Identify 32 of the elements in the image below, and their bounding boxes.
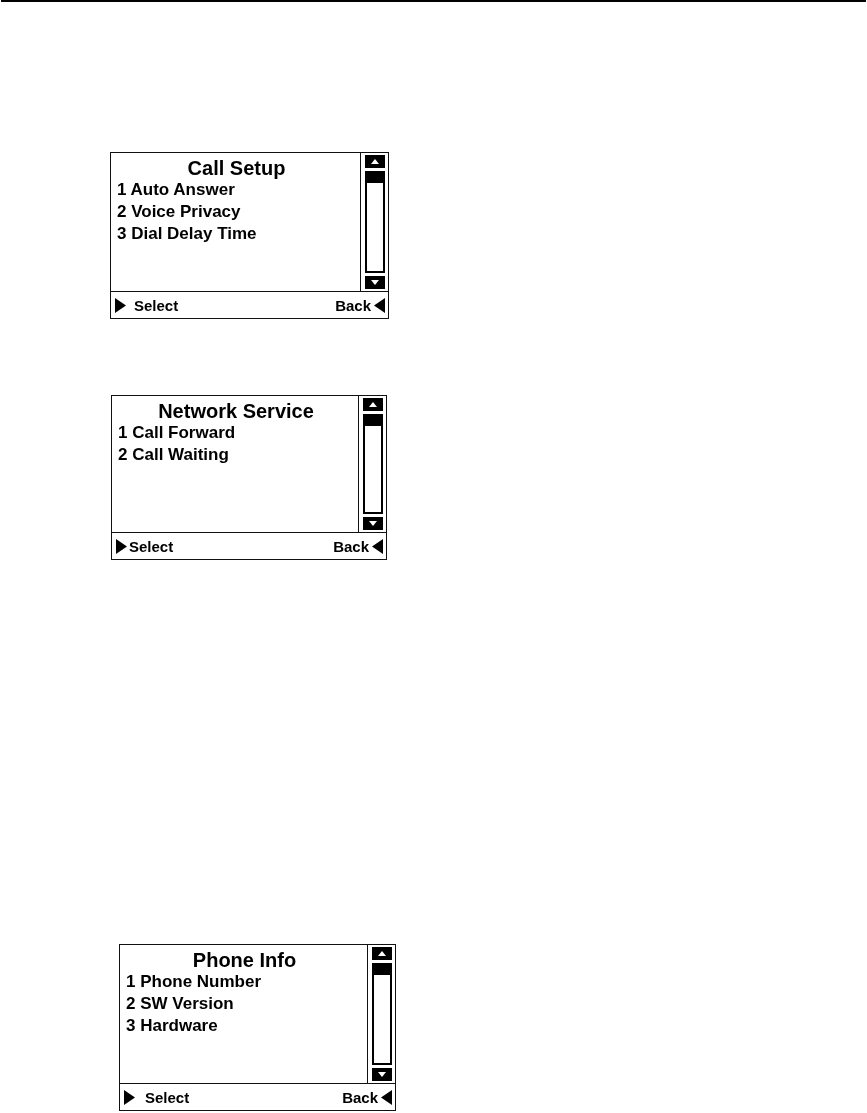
scrollbar-thumb[interactable]	[364, 416, 381, 426]
scroll-up-icon[interactable]	[362, 398, 383, 411]
menu-item[interactable]: 2 SW Version	[126, 993, 234, 1015]
right-triangle-icon	[116, 538, 127, 554]
left-triangle-icon	[372, 538, 383, 554]
menu-item[interactable]: 3 Hardware	[126, 1015, 218, 1037]
right-triangle-icon	[124, 1089, 135, 1105]
menu-item[interactable]: 2 Call Waiting	[118, 444, 229, 466]
menu-item[interactable]: 1 Call Forward	[118, 422, 236, 444]
menu-title: Call Setup	[187, 157, 286, 179]
softkey-label[interactable]: Select	[145, 1088, 190, 1106]
softkey-label[interactable]: Select	[129, 537, 174, 555]
softkey-label[interactable]: Select	[134, 296, 179, 314]
left-triangle-icon	[374, 297, 385, 313]
menu-item[interactable]: 3 Dial Delay Time	[117, 223, 257, 245]
scroll-down-icon[interactable]	[364, 276, 385, 289]
softkey-label[interactable]: Back	[342, 1088, 378, 1106]
menu-title: Network Service	[158, 400, 314, 422]
scroll-down-icon[interactable]	[371, 1068, 392, 1081]
scrollbar-thumb[interactable]	[366, 173, 383, 183]
scroll-up-icon[interactable]	[371, 947, 392, 960]
menu-item[interactable]: 1 Phone Number	[126, 971, 262, 993]
scroll-down-icon[interactable]	[362, 517, 383, 530]
left-triangle-icon	[381, 1089, 392, 1105]
menu-title: Phone Info	[192, 949, 297, 971]
scroll-up-icon[interactable]	[364, 155, 385, 168]
right-triangle-icon	[115, 297, 126, 313]
menu-item[interactable]: 2 Voice Privacy	[117, 201, 241, 223]
softkey-label[interactable]: Back	[333, 537, 369, 555]
softkey-label[interactable]: Back	[335, 296, 371, 314]
menu-item[interactable]: 1 Auto Answer	[117, 179, 235, 201]
scrollbar-thumb[interactable]	[373, 965, 390, 975]
